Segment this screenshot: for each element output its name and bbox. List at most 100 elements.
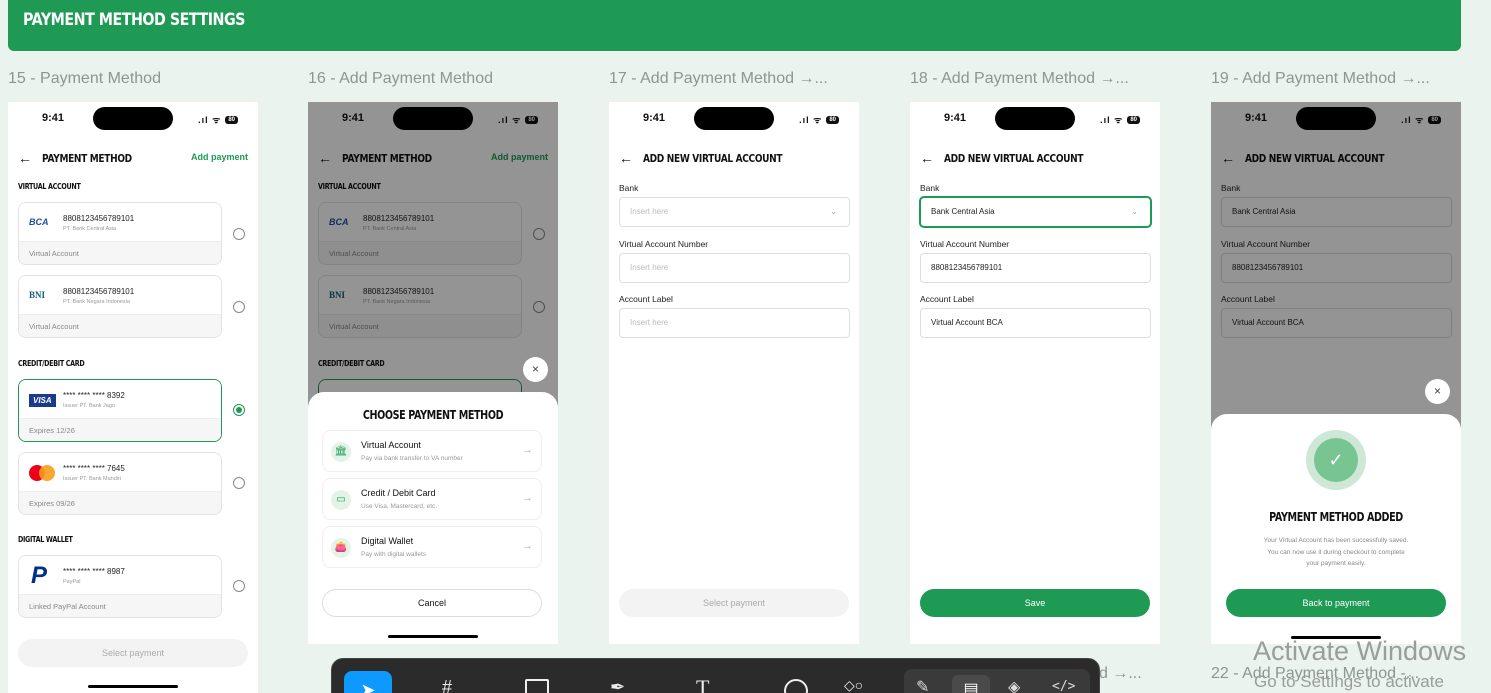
- payment-card-bni[interactable]: BNI 8808123456789101 PT. Bank Negara Ind…: [18, 275, 222, 338]
- va-number-label: Virtual Account Number: [619, 239, 709, 249]
- draw-tool-icon[interactable]: ✎: [916, 677, 929, 693]
- header: ← ADD NEW VIRTUAL ACCOUNT: [619, 148, 849, 168]
- cancel-button[interactable]: Cancel: [322, 589, 542, 617]
- account-label-field[interactable]: Virtual Account BCA: [920, 308, 1151, 338]
- frame-add-virtual-account-filled[interactable]: 9:41 .ıl ᯤ 80 ← ADD NEW VIRTUAL ACCOUNT B…: [910, 102, 1160, 644]
- option-virtual-account[interactable]: 🏛 Virtual Account Pay via bank transfer …: [322, 430, 542, 472]
- arrow-right-icon: →: [522, 540, 533, 552]
- card-number: 8808123456789101: [63, 214, 135, 223]
- option-credit-debit-card[interactable]: ▭ Credit / Debit Card Use Visa, Masterca…: [322, 478, 542, 520]
- activate-windows-title: Activate Windows: [1253, 636, 1467, 666]
- card-issuer: PT. Bank Negara Indonesia: [63, 299, 130, 305]
- battery-icon: 80: [1127, 115, 1140, 124]
- page-title: ADD NEW VIRTUAL ACCOUNT: [944, 151, 1084, 165]
- home-indicator: [388, 635, 478, 638]
- move-tool-icon[interactable]: ➤: [344, 671, 392, 693]
- frame-payment-method[interactable]: 9:41 .ıl ᯤ 80 ← PAYMENT METHOD Add paymen…: [8, 102, 258, 693]
- frame-payment-added[interactable]: 9:41 .ıl ᯤ 80 ← ADD NEW VIRTUAL ACCOUNT B…: [1211, 102, 1461, 644]
- radio-bni[interactable]: [233, 301, 245, 313]
- card-issuer: Issuer PT. Bank Mandiri: [63, 476, 122, 482]
- visa-logo-icon: VISA: [29, 394, 56, 407]
- save-button[interactable]: Save: [920, 589, 1150, 617]
- account-label-field[interactable]: Insert here: [619, 308, 850, 338]
- radio-paypal[interactable]: [233, 580, 245, 592]
- status-time: 9:41: [643, 112, 666, 124]
- card-icon: ▭: [331, 490, 351, 510]
- signal-wifi-icon: .ıl ᯤ: [198, 115, 222, 125]
- payment-card-bca[interactable]: BCA 8808123456789101 PT. Bank Central As…: [18, 202, 222, 265]
- card-number: **** **** **** 7645: [63, 464, 125, 473]
- bca-logo-icon: BCA: [29, 217, 49, 227]
- card-issuer: PayPal: [63, 579, 81, 585]
- frame-label-15[interactable]: 15 - Payment Method: [8, 70, 248, 88]
- success-line: your payment easily.: [1306, 560, 1366, 567]
- dev-mode-icon[interactable]: ◈: [1008, 677, 1020, 693]
- header: ← ADD NEW VIRTUAL ACCOUNT: [920, 148, 1150, 168]
- components-tool-icon[interactable]: ◇○: [844, 677, 863, 693]
- arrow-right-icon: →: [522, 492, 533, 504]
- frame-label-17[interactable]: 17 - Add Payment Method →...: [609, 70, 849, 88]
- signal-wifi-icon: .ıl ᯤ: [799, 115, 823, 125]
- option-digital-wallet[interactable]: 👛 Digital Wallet Pay with digital wallet…: [322, 526, 542, 568]
- back-arrow-icon[interactable]: ←: [920, 150, 934, 166]
- option-desc: Pay with digital wallets: [361, 551, 427, 558]
- section-digital-wallet: DIGITAL WALLET: [18, 535, 73, 544]
- back-arrow-icon[interactable]: ←: [18, 150, 32, 166]
- payment-card-paypal[interactable]: P **** **** **** 8987 PayPal Linked PayP…: [18, 555, 222, 618]
- card-number: **** **** **** 8987: [63, 567, 125, 576]
- radio-mastercard[interactable]: [233, 477, 245, 489]
- frame-label-18[interactable]: 18 - Add Payment Method →...: [910, 70, 1150, 88]
- battery-icon: 80: [826, 115, 839, 124]
- success-sheet: ✓ PAYMENT METHOD ADDED Your Virtual Acco…: [1211, 414, 1461, 644]
- select-payment-button[interactable]: Select payment: [619, 589, 849, 617]
- ellipse-tool-icon[interactable]: [784, 679, 808, 693]
- bank-label: Bank: [920, 183, 940, 193]
- home-indicator: [88, 685, 178, 688]
- frame-label-16[interactable]: 16 - Add Payment Method: [308, 70, 548, 88]
- bank-select[interactable]: Insert here ⌄: [619, 197, 850, 227]
- success-line: You can now use it during checkout to co…: [1267, 548, 1405, 556]
- bank-select[interactable]: Bank Central Asia ⌄: [920, 197, 1151, 227]
- va-number-field[interactable]: 8808123456789101: [920, 253, 1151, 283]
- back-arrow-icon[interactable]: ←: [619, 150, 633, 166]
- frame-label-19[interactable]: 19 - Add Payment Method →...: [1211, 70, 1451, 88]
- signal-wifi-icon: .ıl ᯤ: [1100, 115, 1124, 125]
- radio-visa[interactable]: [233, 404, 245, 416]
- success-line: Your Virtual Account has been successful…: [1263, 537, 1409, 544]
- header: ← PAYMENT METHOD Add payment: [18, 148, 248, 168]
- frame-label-21[interactable]: d →...: [1099, 665, 1159, 683]
- rectangle-tool-icon[interactable]: [525, 679, 549, 693]
- success-message: Your Virtual Account has been successful…: [1211, 535, 1461, 570]
- option-name: Digital Wallet: [361, 536, 414, 546]
- option-name: Virtual Account: [361, 440, 421, 450]
- mastercard-logo-icon: [39, 465, 55, 481]
- payment-card-visa[interactable]: VISA **** **** **** 8392 Issuer PT. Bank…: [18, 379, 222, 442]
- back-to-payment-button[interactable]: Back to payment: [1226, 589, 1446, 617]
- card-footer: Virtual Account: [19, 314, 221, 337]
- close-icon[interactable]: ×: [1425, 379, 1450, 404]
- text-tool-icon[interactable]: T: [696, 675, 709, 693]
- design-mode-icon[interactable]: ▤: [952, 675, 990, 693]
- card-number: **** **** **** 8392: [63, 391, 125, 400]
- frame-add-payment-method[interactable]: 9:41 .ıl ᯤ 80 ← PAYMENT METHOD Add paymen…: [308, 102, 558, 644]
- va-number-field[interactable]: Insert here: [619, 253, 850, 283]
- frame-tool-icon[interactable]: #: [442, 677, 452, 693]
- frame-add-virtual-account-empty[interactable]: 9:41 .ıl ᯤ 80 ← ADD NEW VIRTUAL ACCOUNT B…: [609, 102, 859, 644]
- card-footer: Expires 12/26: [19, 418, 221, 441]
- card-footer: Expires 09/26: [19, 491, 221, 514]
- radio-bca[interactable]: [233, 228, 245, 240]
- choose-payment-sheet: CHOOSE PAYMENT METHOD 🏛 Virtual Account …: [308, 392, 558, 644]
- payment-card-mastercard[interactable]: **** **** **** 7645 Issuer PT. Bank Mand…: [18, 452, 222, 515]
- select-payment-button[interactable]: Select payment: [18, 639, 248, 667]
- page-title: PAYMENT METHOD: [42, 151, 132, 165]
- add-payment-link[interactable]: Add payment: [191, 152, 248, 162]
- close-icon[interactable]: ×: [523, 357, 548, 382]
- pen-tool-icon[interactable]: ✒: [610, 677, 625, 693]
- card-number: 8808123456789101: [63, 287, 135, 296]
- arrow-right-icon: →: [522, 444, 533, 456]
- code-tool-icon[interactable]: </>: [1052, 679, 1075, 693]
- account-label-label: Account Label: [619, 294, 673, 304]
- option-name: Credit / Debit Card: [361, 488, 436, 498]
- mode-switcher: ✎ ▤ ◈ </>: [904, 669, 1090, 693]
- activate-windows-subtitle: Go to Settings to activate: [1254, 672, 1444, 691]
